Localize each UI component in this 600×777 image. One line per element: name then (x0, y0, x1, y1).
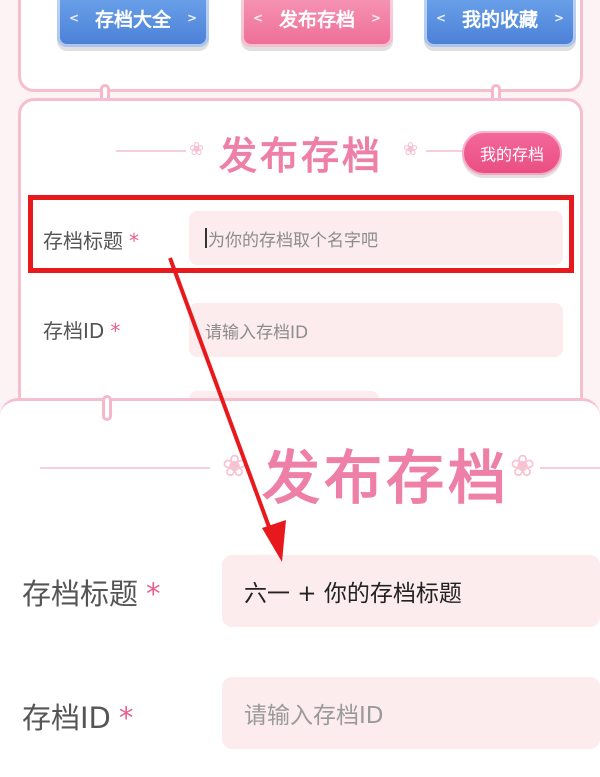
zoom-title-divider-right (540, 467, 600, 469)
zoom-title-divider-left (40, 467, 210, 469)
nav-button-label: 存档大全 (94, 8, 171, 31)
required-mark: * (118, 701, 134, 735)
chevron-right-icon: > (370, 11, 381, 25)
required-mark: * (110, 319, 121, 343)
zoom-archive-title-label: 存档标题 * (22, 571, 161, 613)
form-title: 发布存档 (219, 134, 384, 178)
zoom-archive-id-label: 存档ID * (22, 695, 133, 737)
zoom-archive-id-placeholder: 请输入存档ID (244, 703, 384, 729)
zoom-archive-title-value: 六一 + 你的存档标题 (244, 581, 462, 607)
title-divider-right (426, 150, 466, 152)
archive-id-placeholder: 请输入存档ID (205, 322, 309, 343)
zoom-detail-panel: ❀ 发布存档 ❀ 存档标题 * 六一 + 你的存档标题 存档ID * 请输入存档ID (0, 395, 600, 777)
petal-icon: ❀ (189, 139, 205, 160)
chevron-right-icon: > (553, 11, 564, 25)
archive-id-input[interactable]: 请输入存档ID (189, 303, 563, 357)
zoom-archive-id-label-text: 存档ID (22, 701, 111, 735)
nav-button-all-archives[interactable]: < 存档大全 > (57, 0, 209, 47)
petal-icon: ❀ (222, 449, 248, 484)
top-nav-card: < 存档大全 > < 发布存档 > < 我的收藏 > (18, 0, 583, 92)
chevron-right-icon: > (186, 11, 197, 25)
zoom-archive-title-label-text: 存档标题 (22, 577, 139, 611)
petal-icon: ❀ (510, 449, 536, 484)
chevron-left-icon: < (69, 11, 80, 25)
zoom-archive-id-input[interactable]: 请输入存档ID (222, 677, 600, 749)
zoom-archive-title-input[interactable]: 六一 + 你的存档标题 (222, 555, 600, 627)
nav-button-label: 发布存档 (278, 8, 355, 31)
chevron-left-icon: < (436, 11, 447, 25)
nav-button-my-favorites[interactable]: < 我的收藏 > (424, 0, 576, 47)
highlight-box (28, 195, 574, 273)
nav-button-label: 我的收藏 (461, 8, 538, 31)
zoom-form-title: 发布存档 (262, 444, 511, 512)
my-archive-button[interactable]: 我的存档 (462, 131, 562, 175)
required-mark: * (146, 577, 161, 611)
archive-id-label: 存档ID * (43, 315, 120, 344)
title-divider-left (116, 150, 186, 152)
archive-id-label-text: 存档ID (43, 319, 105, 343)
chevron-left-icon: < (253, 11, 264, 25)
petal-icon: ❀ (403, 139, 419, 160)
card-connector-pin (102, 395, 112, 421)
nav-button-publish-archive[interactable]: < 发布存档 > (241, 0, 393, 47)
